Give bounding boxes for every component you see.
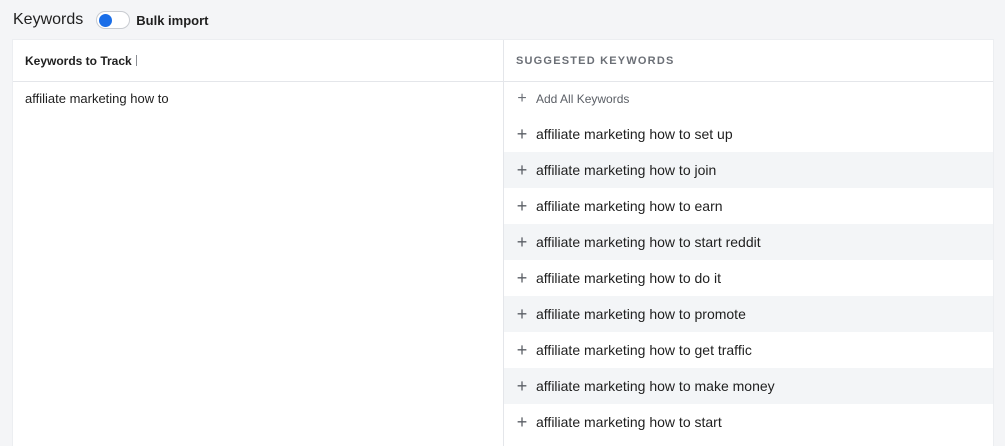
keywords-to-track-header: Keywords to Track — [13, 40, 503, 82]
header-bar: Keywords Bulk import — [0, 0, 1005, 40]
toggle-knob — [99, 14, 113, 27]
suggested-keyword-row[interactable]: + affiliate marketing how to start — [504, 404, 993, 440]
plus-icon: + — [516, 196, 528, 216]
suggested-keyword-label: affiliate marketing how to promote — [536, 306, 746, 322]
add-all-keywords-label: Add All Keywords — [536, 92, 630, 106]
suggested-keyword-label: affiliate marketing how to join — [536, 162, 717, 178]
suggested-keyword-row[interactable]: + affiliate marketing how to join — [504, 152, 993, 188]
suggested-keyword-label: affiliate marketing how to make money — [536, 378, 775, 394]
suggested-keyword-row[interactable]: + affiliate marketing how to earn — [504, 188, 993, 224]
suggested-keyword-label: affiliate marketing how to earn — [536, 198, 723, 214]
plus-icon: + — [516, 160, 528, 180]
suggested-keywords-list: + affiliate marketing how to set up + af… — [504, 116, 993, 440]
plus-icon: + — [516, 268, 528, 288]
plus-icon: + — [516, 376, 528, 396]
suggested-keyword-row[interactable]: + affiliate marketing how to get traffic — [504, 332, 993, 368]
bulk-import-label: Bulk import — [136, 12, 209, 28]
suggested-keyword-row[interactable]: + affiliate marketing how to promote — [504, 296, 993, 332]
plus-icon: + — [516, 124, 528, 144]
suggested-keyword-row[interactable]: + affiliate marketing how to do it — [504, 260, 993, 296]
suggested-keyword-label: affiliate marketing how to get traffic — [536, 342, 752, 358]
text-cursor-icon — [135, 55, 137, 66]
suggested-keyword-row[interactable]: + affiliate marketing how to set up — [504, 116, 993, 152]
suggested-keyword-row[interactable]: + affiliate marketing how to make money — [504, 368, 993, 404]
add-all-keywords-button[interactable]: + Add All Keywords — [504, 82, 993, 116]
suggested-keyword-label: affiliate marketing how to start — [536, 414, 722, 430]
suggested-keyword-row[interactable]: + affiliate marketing how to start reddi… — [504, 224, 993, 260]
plus-icon: + — [516, 304, 528, 324]
suggested-keyword-label: affiliate marketing how to start reddit — [536, 234, 761, 250]
plus-icon: + — [516, 232, 528, 252]
plus-icon: + — [516, 412, 528, 432]
plus-icon: + — [517, 90, 527, 107]
keywords-textarea[interactable] — [13, 82, 503, 446]
page-title: Keywords — [13, 11, 84, 28]
suggested-keyword-label: affiliate marketing how to set up — [536, 126, 733, 142]
plus-icon: + — [516, 340, 528, 360]
keywords-panel: Keywords to Track SUGGESTED KEYWORDS + A… — [13, 40, 993, 446]
suggested-keywords-header: SUGGESTED KEYWORDS — [504, 40, 993, 82]
keywords-to-track-title: Keywords to Track — [25, 53, 132, 68]
suggested-keyword-label: affiliate marketing how to do it — [536, 270, 721, 286]
bulk-import-toggle[interactable] — [96, 11, 131, 29]
suggested-keywords-column: SUGGESTED KEYWORDS + Add All Keywords + … — [504, 40, 993, 446]
suggested-keywords-title: SUGGESTED KEYWORDS — [516, 54, 675, 67]
keywords-to-track-column: Keywords to Track — [13, 40, 504, 446]
